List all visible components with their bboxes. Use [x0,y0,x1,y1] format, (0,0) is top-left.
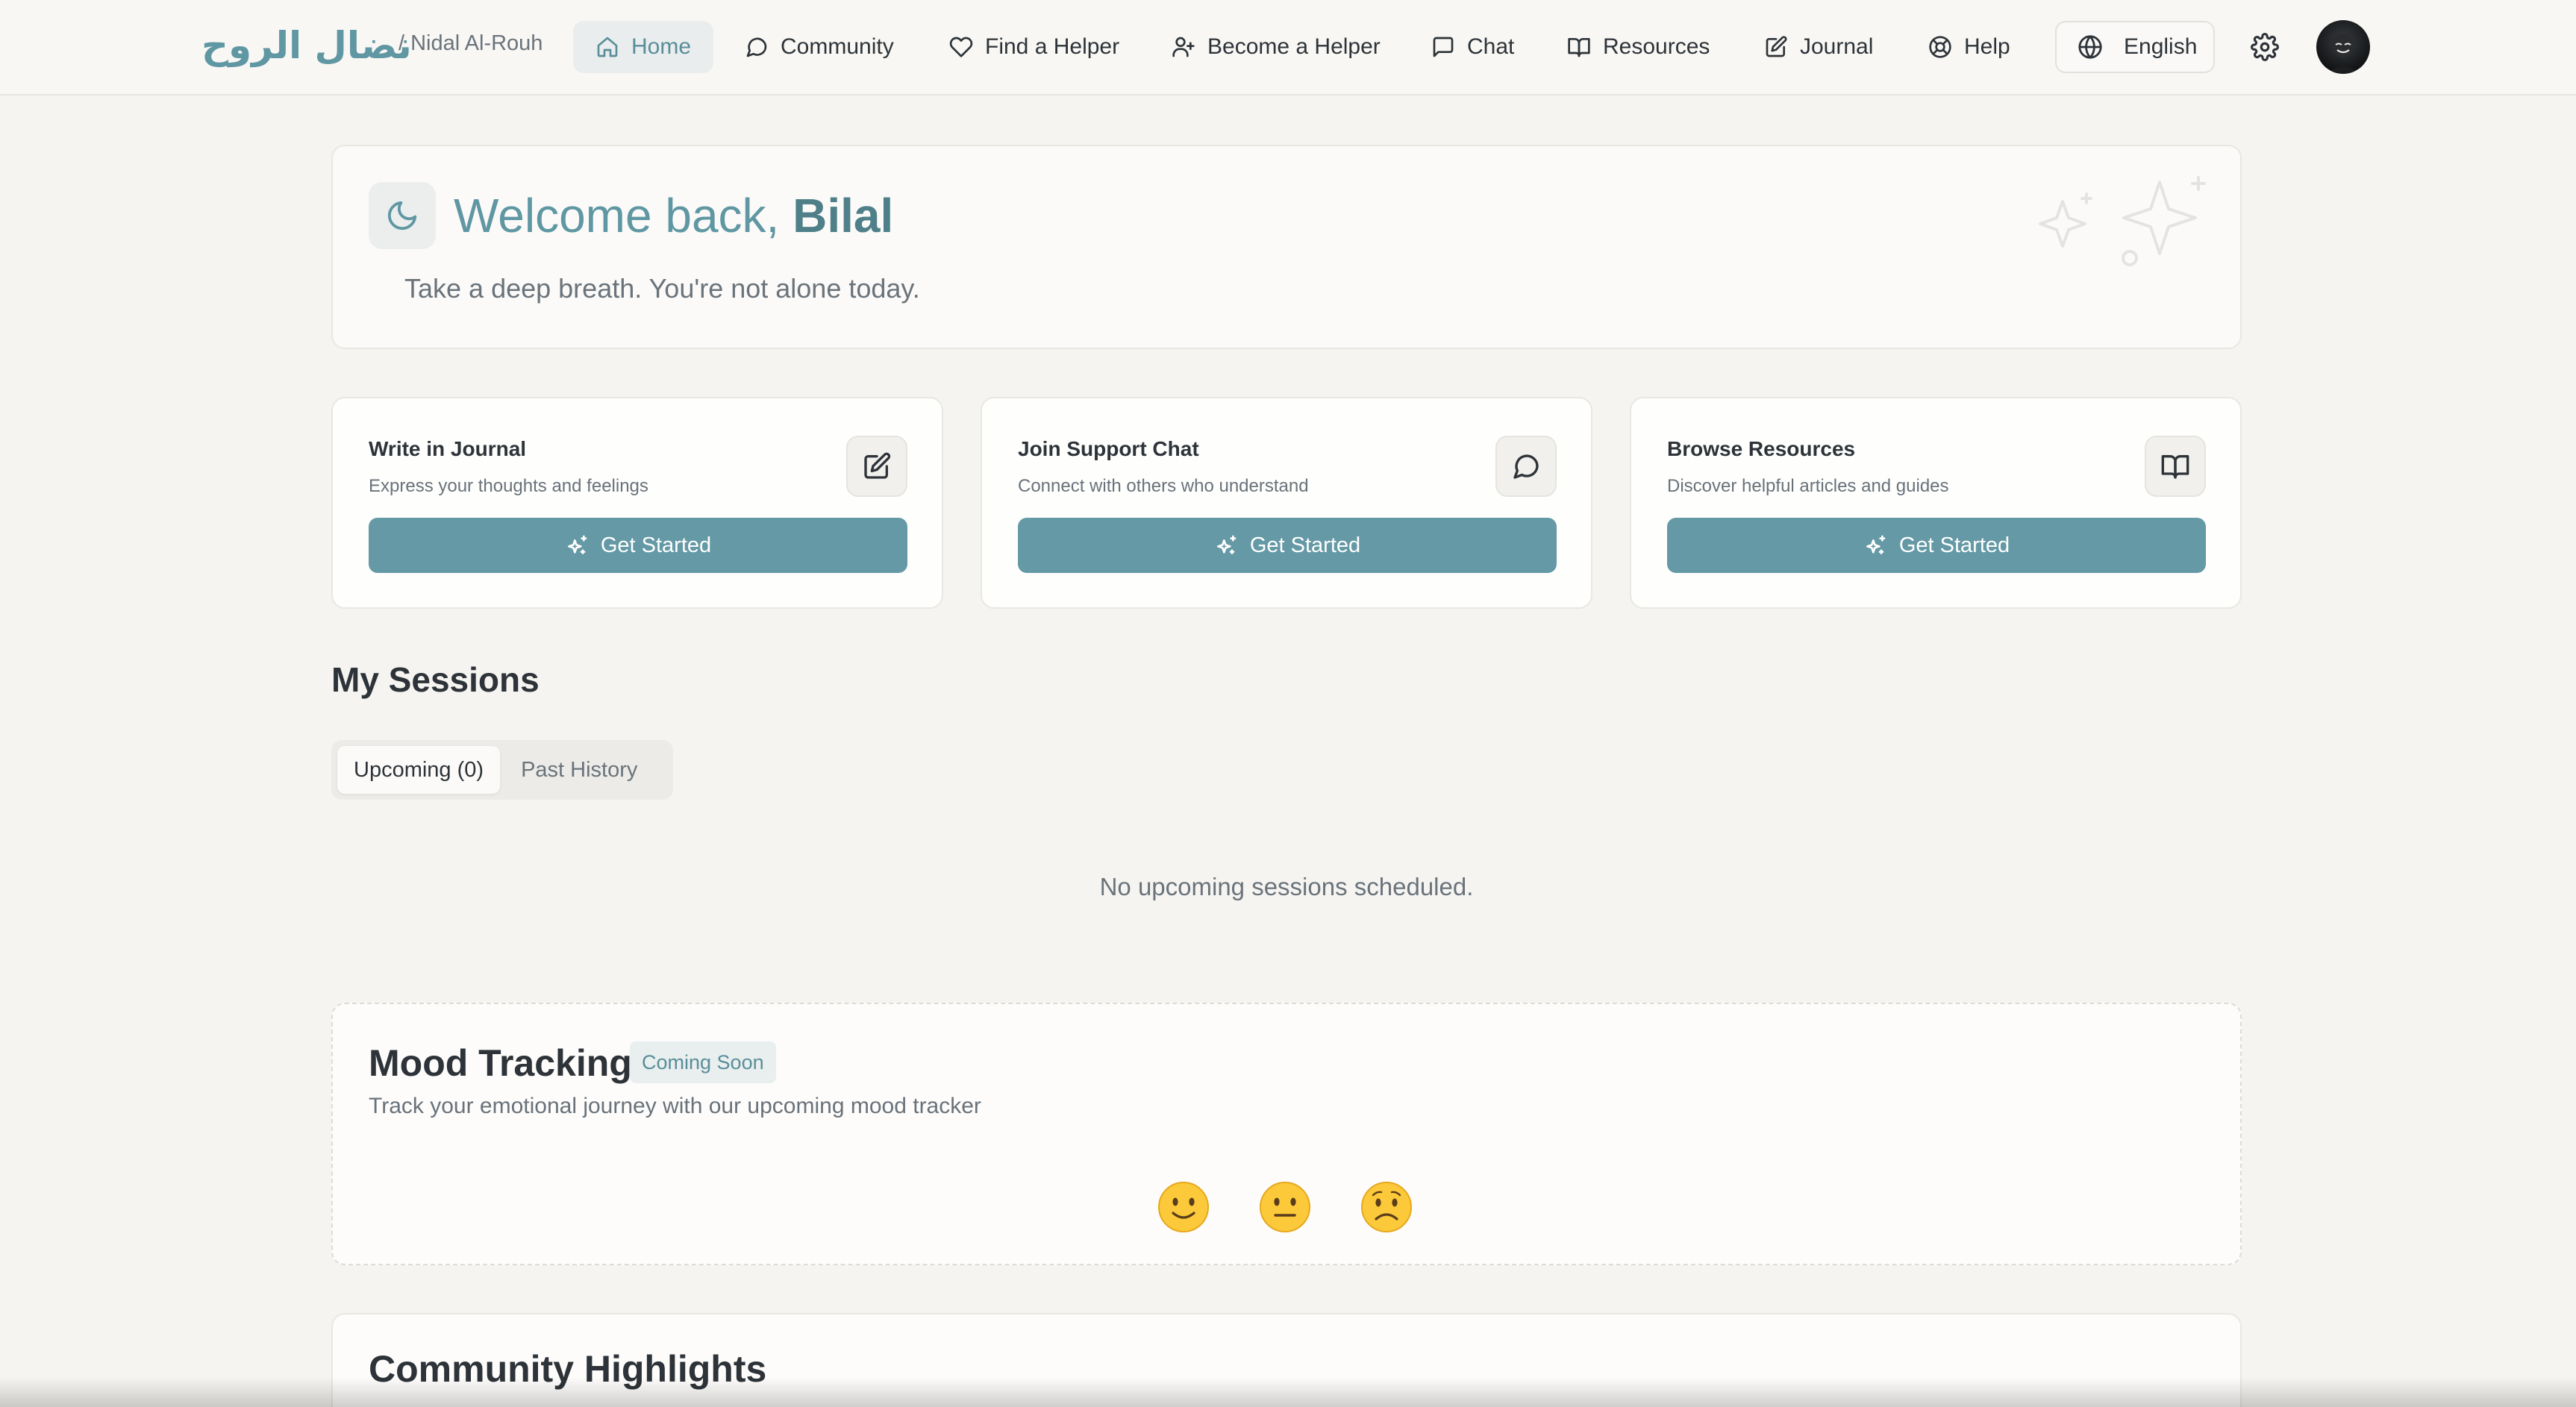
sparkles-icon [1866,535,1886,554]
sparkles-icon [1216,535,1237,554]
nav-label-home: Home [631,34,692,59]
welcome-card: Welcome back, Bilal Take a deep breath. … [331,145,2242,349]
action-description: Connect with others who understand [1018,476,1309,496]
mood-tracking-card: Mood Tracking Coming Soon Track your emo… [331,1003,2242,1265]
action-description: Express your thoughts and feelings [369,476,648,496]
nav-item-help[interactable]: Help [1906,21,2033,73]
action-card-journal: Write in Journal Express your thoughts a… [331,397,943,609]
avatar-face-icon [2327,34,2360,74]
sessions-title: My Sessions [331,660,540,699]
nav-label-resources: Resources [1603,34,1710,59]
nav-label-become-helper: Become a Helper [1207,34,1381,59]
language-selector[interactable]: English [2055,21,2215,73]
button-label: Get Started [1249,533,1361,557]
tab-upcoming[interactable]: Upcoming (0) [337,746,501,794]
frowning-face-icon[interactable] [1360,1180,1413,1234]
edit-icon [1766,36,1787,57]
action-title: Join Support Chat [1018,437,1199,460]
welcome-title: Welcome back, Bilal [454,188,893,243]
sparkles-icon [567,535,587,554]
button-label: Get Started [600,533,712,557]
nav-item-community[interactable]: Community [722,21,916,73]
heart-icon [949,37,973,57]
button-label: Get Started [1898,533,2010,557]
moon-badge [369,182,436,249]
action-icon-box [2145,436,2206,497]
action-card-support-chat: Join Support Chat Connect with others wh… [981,397,1592,609]
welcome-subtitle: Take a deep breath. You're not alone tod… [404,273,920,304]
mood-description: Track your emotional journey with our up… [369,1094,981,1118]
nav-item-find-helper[interactable]: Find a Helper [927,21,1142,73]
tab-past-history[interactable]: Past History [504,746,654,794]
edit-icon [864,452,891,479]
nav-item-resources[interactable]: Resources [1545,21,1732,73]
action-icon-box [1495,436,1557,497]
welcome-user-name: Bilal [793,189,894,242]
welcome-greeting: Welcome back, [454,189,780,242]
neutral-face-icon[interactable] [1258,1180,1312,1234]
nav-item-home[interactable]: Home [573,21,714,73]
get-started-button-resources[interactable]: Get Started [1667,518,2206,573]
message-square-icon [1433,37,1454,57]
sparkles-icon [2039,176,2206,266]
nav-label-journal: Journal [1800,34,1874,59]
mood-emoji-row [1157,1180,1413,1234]
language-label: English [2124,34,2198,59]
nav-item-become-helper[interactable]: Become a Helper [1149,21,1403,73]
nav-label-help: Help [1964,34,2010,59]
message-circle-icon [746,37,767,57]
book-open-icon [2161,455,2189,479]
sessions-empty-message: No upcoming sessions scheduled. [1099,873,1474,900]
book-open-icon [1568,38,1590,57]
sessions-tabs: Upcoming (0) Past History [331,740,673,800]
nav-item-chat[interactable]: Chat [1409,21,1536,73]
home-icon [597,37,618,57]
bottom-shadow [0,1377,2576,1407]
globe-icon [2078,35,2102,59]
nav-label-community: Community [781,34,894,59]
life-buoy-icon [1929,36,1951,58]
coming-soon-badge: Coming Soon [630,1041,776,1083]
nav-label-find-helper: Find a Helper [985,34,1120,59]
brand-sub-label: / Nidal Al-Rouh [398,31,543,55]
nav-item-journal[interactable]: Journal [1742,21,1895,73]
get-started-button-journal[interactable]: Get Started [369,518,907,573]
avatar[interactable] [2316,20,2370,74]
action-title: Write in Journal [369,437,527,460]
slightly-smiling-face-icon[interactable] [1157,1180,1210,1234]
action-card-resources: Browse Resources Discover helpful articl… [1630,397,2242,609]
mood-title: Mood Tracking [369,1042,632,1084]
moon-icon [387,201,417,231]
action-icon-box [846,436,907,497]
brand-logo[interactable]: نضال الروح [201,19,412,72]
message-circle-icon [1513,454,1539,479]
top-nav: نضال الروح / Nidal Al-Rouh Home Communit… [0,0,2576,95]
get-started-button-chat[interactable]: Get Started [1018,518,1557,573]
gear-icon[interactable] [2251,33,2279,61]
action-title: Browse Resources [1667,437,1856,460]
nav-label-chat: Chat [1467,34,1515,59]
action-description: Discover helpful articles and guides [1667,476,1949,496]
user-plus-icon [1172,37,1195,57]
